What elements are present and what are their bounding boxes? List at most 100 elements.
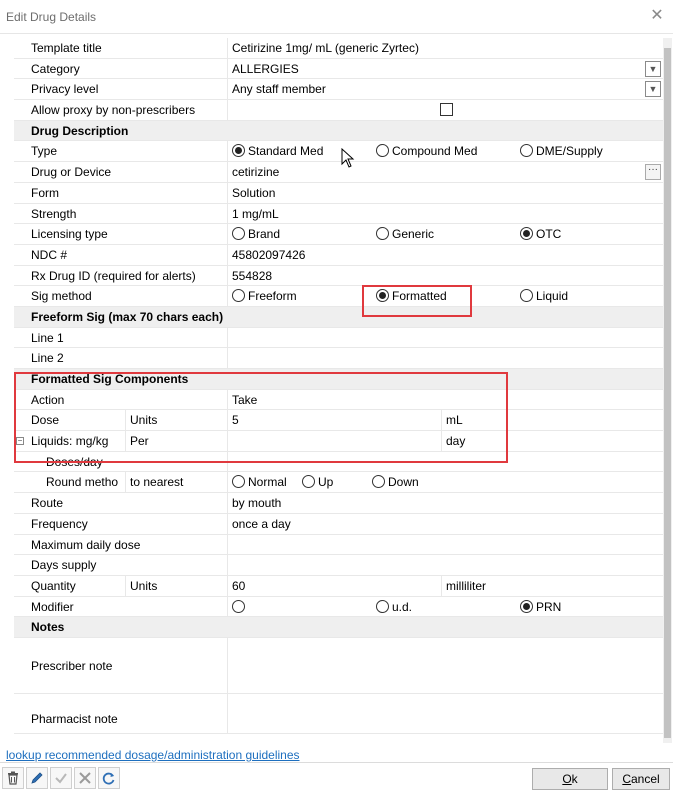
liquids-input[interactable] bbox=[228, 431, 442, 451]
ok-button[interactable]: Ok bbox=[532, 768, 608, 790]
line-1-input[interactable] bbox=[228, 328, 658, 348]
radio-dot bbox=[520, 599, 533, 613]
radio-dot bbox=[372, 475, 385, 489]
licensing-otc-radio[interactable]: OTC bbox=[520, 224, 561, 244]
row-prescriber-note: Prescriber note bbox=[14, 637, 663, 694]
max-daily-dose-input[interactable] bbox=[228, 535, 658, 555]
drug-device-label: Drug or Device bbox=[14, 162, 228, 182]
row-line-1: Line 1 bbox=[14, 327, 663, 349]
doses-day-input[interactable] bbox=[228, 452, 658, 472]
line-2-label: Line 2 bbox=[14, 348, 228, 368]
type-standard-med-radio[interactable]: Standard Med bbox=[232, 141, 323, 161]
modifier-ud-radio[interactable]: u.d. bbox=[376, 597, 412, 617]
quantity-input[interactable]: 60 bbox=[228, 575, 442, 596]
drug-details-grid: Template title Cetirizine 1mg/ mL (gener… bbox=[14, 38, 663, 734]
close-icon[interactable]: ✕ bbox=[649, 8, 665, 24]
template-title-label: Template title bbox=[14, 38, 228, 58]
dosage-guidelines-link[interactable]: lookup recommended dosage/administration… bbox=[6, 748, 300, 762]
sig-formatted-radio[interactable]: Formatted bbox=[376, 286, 447, 306]
type-compound-med-radio[interactable]: Compound Med bbox=[376, 141, 477, 161]
radio-dot bbox=[376, 227, 389, 241]
dose-unit-value[interactable]: mL bbox=[442, 410, 658, 430]
modifier-label: Modifier bbox=[14, 596, 228, 617]
lookup-drug-button[interactable]: ··· bbox=[645, 164, 661, 181]
row-type: Type Standard Med Compound Med DME/Suppl… bbox=[14, 141, 663, 163]
row-strength: Strength 1 mg/mL bbox=[14, 203, 663, 225]
licensing-generic-radio[interactable]: Generic bbox=[376, 224, 434, 244]
max-daily-dose-label: Maximum daily dose bbox=[14, 534, 228, 555]
pharmacist-note-input[interactable] bbox=[228, 694, 658, 733]
line-2-input[interactable] bbox=[228, 348, 658, 368]
quantity-unit-value[interactable]: milliliter bbox=[442, 576, 658, 596]
reject-button[interactable] bbox=[74, 767, 96, 789]
sig-liquid-radio[interactable]: Liquid bbox=[520, 286, 568, 306]
refresh-button[interactable] bbox=[98, 767, 120, 789]
bottom-toolbar: Ok Cancel bbox=[0, 762, 673, 791]
row-action: Action Take bbox=[14, 389, 663, 411]
radio-dot bbox=[302, 475, 315, 489]
privacy-select[interactable]: Any staff member bbox=[228, 79, 658, 99]
allow-proxy-checkbox[interactable] bbox=[440, 103, 453, 117]
row-form: Form Solution bbox=[14, 182, 663, 204]
liquids-label: Liquids: mg/kg bbox=[14, 431, 126, 451]
chevron-down-icon[interactable]: ▼ bbox=[645, 60, 661, 77]
type-dme-supply-radio[interactable]: DME/Supply bbox=[520, 141, 603, 161]
section-title: Notes bbox=[31, 620, 65, 635]
category-select[interactable]: ALLERGIES bbox=[228, 59, 658, 79]
line-1-label: Line 1 bbox=[14, 327, 228, 348]
licensing-brand-radio[interactable]: Brand bbox=[232, 224, 280, 244]
modifier-prn-radio[interactable]: PRN bbox=[520, 597, 561, 617]
category-label: Category bbox=[14, 58, 228, 79]
row-pharmacist-note: Pharmacist note bbox=[14, 693, 663, 734]
round-normal-radio[interactable]: Normal bbox=[232, 472, 287, 492]
drug-device-input[interactable]: cetirizine bbox=[228, 162, 658, 182]
section-title: Formatted Sig Components bbox=[31, 372, 189, 386]
trash-icon bbox=[8, 771, 18, 785]
frequency-input[interactable]: once a day bbox=[228, 514, 658, 534]
action-input[interactable]: Take bbox=[228, 390, 658, 410]
edit-button[interactable] bbox=[26, 767, 48, 789]
radio-dot bbox=[520, 289, 533, 303]
row-dose: Dose Units 5 mL bbox=[14, 410, 663, 432]
row-route: Route by mouth bbox=[14, 493, 663, 514]
action-label: Action bbox=[14, 389, 228, 410]
row-rx-drug-id: Rx Drug ID (required for alerts) 554828 bbox=[14, 265, 663, 287]
scrollbar-thumb[interactable] bbox=[664, 48, 671, 738]
delete-button[interactable] bbox=[2, 767, 24, 789]
section-notes: Notes bbox=[14, 617, 663, 638]
form-input[interactable]: Solution bbox=[228, 183, 658, 203]
sig-freeform-radio[interactable]: Freeform bbox=[232, 286, 297, 306]
template-title-input[interactable]: Cetirizine 1mg/ mL (generic Zyrtec) bbox=[228, 38, 658, 58]
days-supply-input[interactable] bbox=[228, 555, 658, 575]
dose-input[interactable]: 5 bbox=[228, 410, 442, 431]
mouse-cursor-icon bbox=[341, 148, 355, 168]
liquids-period-value[interactable]: day bbox=[442, 431, 658, 451]
strength-input[interactable]: 1 mg/mL bbox=[228, 204, 658, 224]
ndc-input[interactable]: 45802097426 bbox=[228, 245, 658, 265]
pharmacist-note-label: Pharmacist note bbox=[14, 693, 228, 733]
days-supply-label: Days supply bbox=[14, 555, 228, 575]
round-up-radio[interactable]: Up bbox=[302, 472, 333, 492]
row-template-title: Template title Cetirizine 1mg/ mL (gener… bbox=[14, 38, 663, 59]
vertical-scrollbar[interactable] bbox=[663, 38, 672, 743]
rx-drug-id-input[interactable]: 554828 bbox=[228, 266, 658, 286]
prescriber-note-input[interactable] bbox=[228, 638, 658, 693]
quantity-label: Quantity bbox=[14, 575, 126, 596]
radio-dot bbox=[376, 144, 389, 158]
row-round-method: Round metho to nearest Normal Up Down bbox=[14, 472, 663, 494]
window-title: Edit Drug Details bbox=[6, 10, 97, 24]
rx-drug-id-label: Rx Drug ID (required for alerts) bbox=[14, 265, 228, 286]
row-category: Category ALLERGIES ▼ bbox=[14, 58, 663, 80]
liquids-per-label: Per bbox=[126, 431, 228, 451]
round-down-radio[interactable]: Down bbox=[372, 472, 419, 492]
prescriber-note-label: Prescriber note bbox=[14, 637, 228, 693]
accept-button[interactable] bbox=[50, 767, 72, 789]
route-input[interactable]: by mouth bbox=[228, 493, 658, 513]
section-title: Drug Description bbox=[31, 123, 129, 138]
radio-dot bbox=[232, 144, 245, 158]
row-modifier: Modifier u.d. PRN bbox=[14, 596, 663, 618]
chevron-down-icon[interactable]: ▼ bbox=[645, 81, 661, 98]
doses-day-label: Doses/day bbox=[14, 451, 228, 472]
modifier-none-radio[interactable] bbox=[232, 597, 248, 617]
cancel-button[interactable]: Cancel bbox=[612, 768, 670, 790]
